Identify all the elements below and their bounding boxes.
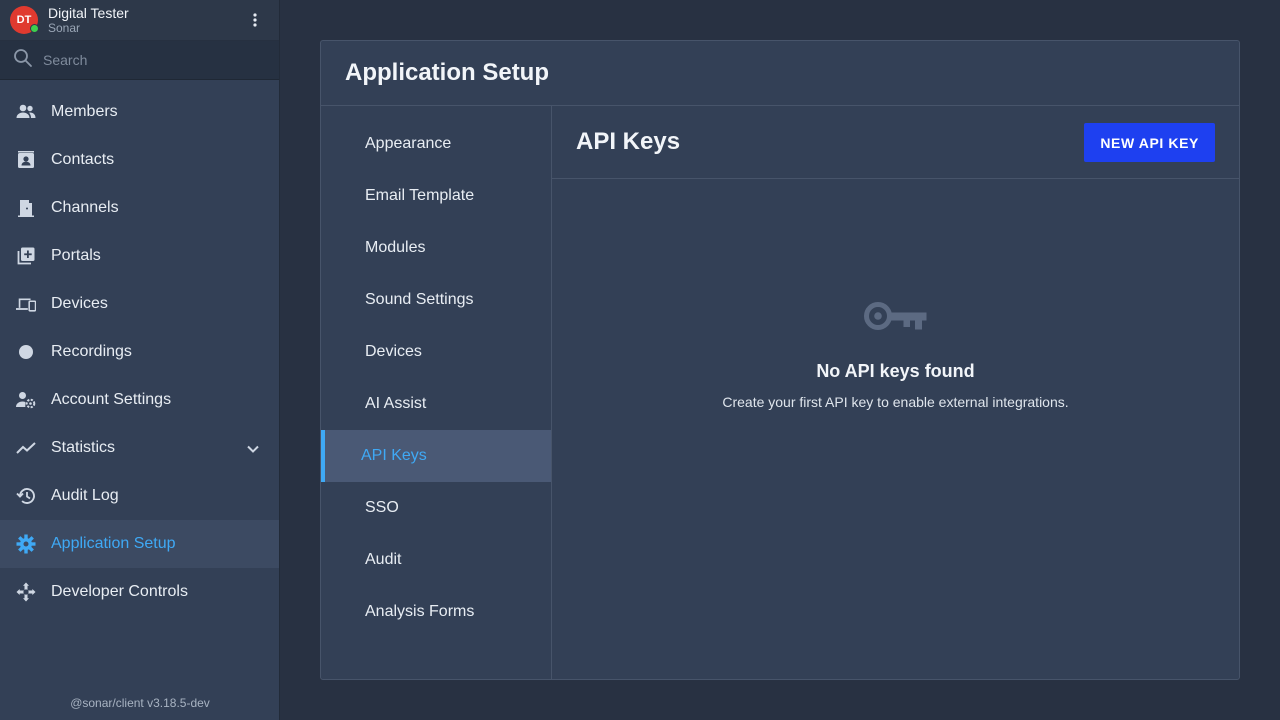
sidebar: DT Digital Tester Sonar Members Contacts (0, 0, 280, 720)
subnav-item-audit[interactable]: Audit (321, 534, 551, 586)
chevron-down-icon[interactable] (247, 440, 259, 458)
sidebar-item-account-settings[interactable]: Account Settings (0, 376, 279, 424)
application-setup-panel: Application Setup Appearance Email Templ… (320, 40, 1240, 680)
api-keys-content: API Keys NEW API KEY No API keys found C… (552, 106, 1239, 679)
sidebar-item-label: Devices (51, 295, 108, 312)
sidebar-item-audit-log[interactable]: Audit Log (0, 472, 279, 520)
sidebar-item-label: Contacts (51, 151, 115, 168)
sidebar-item-channels[interactable]: Channels (0, 184, 279, 232)
contacts-icon (16, 150, 36, 170)
sidebar-item-members[interactable]: Members (0, 88, 279, 136)
avatar-initials: DT (16, 14, 32, 26)
sidebar-item-portals[interactable]: Portals (0, 232, 279, 280)
sidebar-item-label: Members (51, 103, 118, 120)
audit-log-icon (16, 486, 36, 506)
subnav-item-appearance[interactable]: Appearance (321, 118, 551, 170)
sidebar-item-statistics[interactable]: Statistics (0, 424, 279, 472)
subnav-item-devices[interactable]: Devices (321, 326, 551, 378)
members-icon (16, 102, 36, 122)
account-settings-icon (16, 390, 36, 410)
user-info: Digital Tester Sonar (48, 6, 129, 34)
sidebar-item-devices[interactable]: Devices (0, 280, 279, 328)
subnav-item-email-template[interactable]: Email Template (321, 170, 551, 222)
subnav-item-sound-settings[interactable]: Sound Settings (321, 274, 551, 326)
content-header: API Keys NEW API KEY (552, 106, 1239, 179)
recordings-icon (16, 342, 36, 362)
developer-controls-icon (16, 582, 36, 602)
page-title: Application Setup (321, 41, 1239, 106)
sidebar-item-developer-controls[interactable]: Developer Controls (0, 568, 279, 616)
search-input[interactable] (43, 52, 263, 68)
search-icon (13, 48, 33, 73)
empty-state-title: No API keys found (816, 361, 975, 381)
sidebar-item-recordings[interactable]: Recordings (0, 328, 279, 376)
avatar[interactable]: DT (10, 6, 39, 34)
sidebar-item-label: Recordings (51, 343, 132, 360)
new-api-key-button[interactable]: NEW API KEY (1084, 123, 1215, 162)
section-title: API Keys (576, 128, 681, 155)
sidebar-nav: Members Contacts Channels Portals Device… (0, 80, 279, 616)
sidebar-item-label: Developer Controls (51, 583, 188, 600)
subnav-item-api-keys[interactable]: API Keys (321, 430, 551, 482)
settings-subnav: Appearance Email Template Modules Sound … (321, 106, 552, 679)
sidebar-item-label: Application Setup (51, 535, 176, 552)
user-name: Digital Tester (48, 5, 129, 21)
user-header: DT Digital Tester Sonar (0, 0, 279, 41)
gear-icon (16, 534, 36, 554)
sidebar-item-label: Portals (51, 247, 101, 264)
subnav-item-analysis-forms[interactable]: Analysis Forms (321, 586, 551, 638)
sidebar-item-contacts[interactable]: Contacts (0, 136, 279, 184)
subnav-item-sso[interactable]: SSO (321, 482, 551, 534)
more-options-icon[interactable] (245, 10, 265, 30)
panel-body: Appearance Email Template Modules Sound … (321, 106, 1239, 679)
org-name: Sonar (48, 21, 81, 35)
sidebar-item-label: Statistics (51, 439, 116, 456)
portals-icon (16, 246, 36, 266)
sidebar-item-label: Channels (51, 199, 119, 216)
statistics-icon (16, 438, 36, 458)
search-box (0, 41, 279, 80)
subnav-item-modules[interactable]: Modules (321, 222, 551, 274)
sidebar-item-application-setup[interactable]: Application Setup (0, 520, 279, 568)
subnav-item-ai-assist[interactable]: AI Assist (321, 378, 551, 430)
sidebar-item-label: Audit Log (51, 487, 119, 504)
key-icon (863, 302, 929, 340)
sidebar-item-label: Account Settings (51, 391, 172, 408)
empty-state: No API keys found Create your first API … (552, 296, 1239, 410)
app-version: @sonar/client v3.18.5-dev (70, 696, 210, 710)
online-status-dot (30, 24, 39, 33)
channels-icon (16, 198, 36, 218)
empty-state-description: Create your first API key to enable exte… (722, 394, 1069, 410)
devices-icon (16, 294, 36, 314)
